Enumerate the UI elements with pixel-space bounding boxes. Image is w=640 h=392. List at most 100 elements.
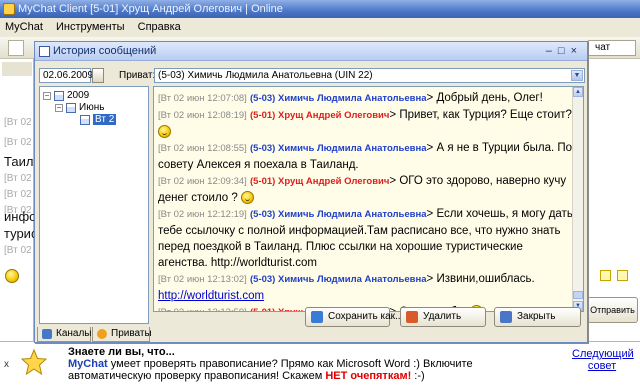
channels-icon: [42, 329, 52, 339]
main-window-title-text: MyChat Client [5-01] Хрущ Андрей Олегови…: [18, 3, 283, 15]
send-button[interactable]: Отправить: [587, 297, 638, 323]
menu-help[interactable]: Справка: [133, 18, 186, 36]
tip-close-button[interactable]: x: [4, 359, 9, 370]
ghost-line: [Вт 02: [4, 137, 32, 148]
emoticon-picker-icon[interactable]: [5, 269, 19, 283]
save-as-label: Сохранить как...: [328, 311, 404, 322]
tab-channels-label: Каналы: [56, 328, 92, 339]
toolbar-pencil-icon[interactable]: [8, 40, 24, 56]
private-select[interactable]: (5-03) Химичь Людмила Анатольевна (UIN 2…: [154, 68, 585, 83]
save-as-button[interactable]: Сохранить как...: [305, 307, 403, 327]
date-tree: −2009 − Июнь Вт 2: [39, 86, 149, 324]
user-icon: [97, 329, 107, 339]
log-scrollbar[interactable]: ▲ ▼: [572, 87, 583, 311]
smiley-icon: [158, 125, 171, 139]
minimize-icon[interactable]: –: [546, 45, 558, 57]
collapse-icon[interactable]: −: [55, 103, 63, 112]
message-timestamp: [Вт 02 июн 12:09:34]: [158, 176, 247, 187]
note-icon[interactable]: [600, 270, 611, 281]
date-field[interactable]: 02.06.2009: [39, 68, 93, 83]
message-timestamp: [Вт 02 июн 12:12:19]: [158, 209, 247, 220]
tree-month-label: Июнь: [79, 102, 105, 113]
message-timestamp: [Вт 02 июн 12:07:08]: [158, 93, 247, 104]
main-window-title: MyChat Client [5-01] Хрущ Андрей Олегови…: [0, 0, 640, 18]
ghost-line: [Вт 02: [4, 189, 32, 200]
message-text: Добрый день, Олег!: [436, 92, 543, 104]
editor-icons: [600, 270, 634, 284]
tree-year-label: 2009: [67, 90, 90, 101]
message-timestamp: [Вт 02 июн 12:08:19]: [158, 110, 247, 121]
message-entry: [Вт 02 июн 12:08:19] (5-01) Хрущ Андрей …: [158, 107, 574, 140]
chevron-down-icon[interactable]: ▼: [571, 70, 583, 81]
menu-mychat[interactable]: MyChat: [0, 18, 48, 36]
calendar-icon: [54, 90, 64, 101]
menu-tools[interactable]: Инструменты: [51, 18, 130, 36]
main-chat-pane: [Вт 02 [Вт 02 Таил [Вт 02 [Вт 02 [Вт 02 …: [0, 59, 38, 341]
close-label: Закрыть: [517, 311, 556, 322]
dialog-title: История сообщений: [53, 45, 157, 57]
tip-brand: MyChat: [68, 358, 108, 370]
tree-item-month[interactable]: − Июнь: [55, 102, 104, 113]
message-list: [Вт 02 июн 12:07:08] (5-03) Химичь Людми…: [158, 90, 574, 311]
tab-privates-label: Приваты: [111, 328, 152, 339]
calendar-icon: [80, 114, 90, 125]
ghost-line: турис: [4, 226, 38, 241]
message-timestamp: [Вт 02 июн 12:08:55]: [158, 143, 247, 154]
ghost-line: [Вт 02: [4, 117, 32, 128]
collapse-icon[interactable]: −: [43, 91, 51, 100]
message-sender: (5-03) Химичь Людмила Анатольевна: [250, 143, 427, 154]
message-text: Извини,ошиблась.: [436, 273, 535, 285]
private-select-value: (5-03) Химичь Людмила Анатольевна (UIN 2…: [158, 70, 373, 81]
mychat-app-icon: [3, 3, 15, 15]
ghost-line: [Вт 02: [4, 173, 32, 184]
history-dialog: История сообщений –□× 02.06.2009 Приват:…: [34, 41, 588, 343]
message-log[interactable]: [Вт 02 июн 12:07:08] (5-03) Химичь Людми…: [153, 86, 584, 312]
tab-channels[interactable]: Каналы: [37, 327, 92, 342]
save-icon: [311, 311, 323, 323]
message-entry: [Вт 02 июн 12:08:55] (5-03) Химичь Людми…: [158, 142, 573, 171]
tip-highlight: НЕТ очепяткам!: [325, 370, 412, 382]
message-sender: (5-03) Химичь Людмила Анатольевна: [250, 93, 427, 104]
private-label: Приват:: [119, 70, 156, 81]
tree-item-day[interactable]: Вт 2: [80, 114, 117, 125]
star-icon: [20, 348, 48, 376]
ghost-line: Таил: [4, 154, 34, 169]
tip-bar: x Знаете ли вы, что... MyChat умеет пров…: [0, 341, 640, 392]
avatar-strip: [2, 62, 32, 76]
message-entry: [Вт 02 июн 12:09:34] (5-01) Хрущ Андрей …: [158, 175, 567, 205]
tree-day-label: Вт 2: [93, 114, 117, 125]
smiley-icon: [240, 191, 254, 205]
maximize-icon[interactable]: □: [558, 45, 571, 57]
main-menu-bar: MyChat Инструменты Справка: [0, 18, 640, 37]
ghost-line: инфо: [4, 209, 37, 224]
next-tip-link[interactable]: Следующий совет: [572, 348, 634, 372]
note-icon[interactable]: [617, 270, 628, 281]
calendar-icon: [66, 102, 76, 113]
message-entry: [Вт 02 июн 12:13:02] (5-03) Химичь Людми…: [158, 273, 535, 302]
message-text: Привет, как Турция? Еще стоит?: [399, 109, 572, 121]
message-sender: (5-03) Химичь Людмила Анатольевна: [250, 274, 427, 285]
message-timestamp: [Вт 02 июн 12:13:02]: [158, 274, 247, 285]
tree-item-year[interactable]: − 2009: [43, 90, 89, 101]
message-link[interactable]: http://worldturist.com: [158, 290, 264, 302]
calendar-dropdown-button[interactable]: [92, 68, 104, 83]
message-sender: (5-01) Хрущ Андрей Олегович: [250, 110, 390, 121]
dialog-titlebar[interactable]: История сообщений –□×: [35, 42, 587, 61]
message-timestamp: [Вт 02 июн 12:13:59]: [158, 307, 247, 311]
tip-text-end: :-): [411, 370, 425, 382]
close-icon: [500, 311, 512, 323]
close-button[interactable]: Закрыть: [494, 307, 581, 327]
scroll-up-icon[interactable]: ▲: [573, 87, 583, 97]
toolbar-channel-field[interactable]: чат: [588, 40, 636, 56]
tip-title: Знаете ли вы, что...: [68, 346, 175, 358]
scroll-thumb[interactable]: [573, 291, 583, 299]
tip-body: MyChat умеет проверять правописание? Пря…: [68, 358, 548, 382]
tab-privates[interactable]: Приваты: [92, 327, 152, 342]
message-sender: (5-01) Хрущ Андрей Олегович: [250, 176, 390, 187]
delete-button[interactable]: Удалить: [400, 307, 486, 327]
ghost-line: [Вт 02: [4, 245, 32, 256]
window-buttons: –□×: [546, 42, 583, 61]
delete-label: Удалить: [423, 311, 462, 322]
close-icon[interactable]: ×: [571, 45, 583, 57]
message-entry: [Вт 02 июн 12:12:19] (5-03) Химичь Людми…: [158, 208, 573, 269]
